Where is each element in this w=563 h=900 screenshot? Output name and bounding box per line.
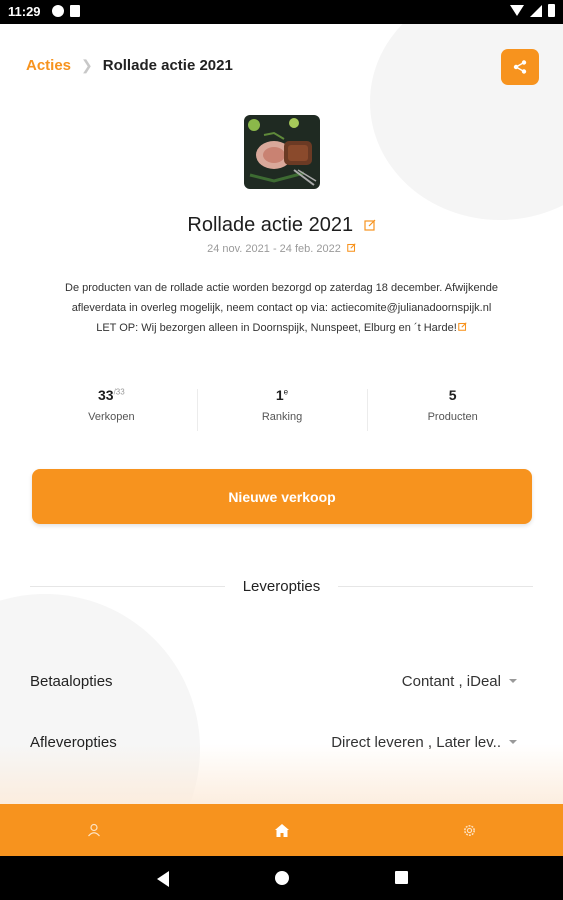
share-icon — [513, 60, 527, 74]
edit-icon[interactable] — [347, 243, 356, 255]
chevron-down-icon — [509, 679, 517, 683]
product-image — [244, 115, 320, 189]
stat-sales-value: 33/33 — [26, 387, 197, 403]
stat-sales: 33/33 Verkopen — [26, 387, 197, 433]
home-circle-icon[interactable] — [275, 871, 289, 885]
new-sale-button[interactable]: Nieuwe verkoop — [32, 469, 532, 524]
divider — [338, 585, 533, 587]
breadcrumb-current: Rollade actie 2021 — [102, 57, 233, 74]
description-line: LET OP: Wij bezorgen alleen in Doornspij… — [96, 322, 457, 334]
delivery-options-value: Direct leveren , Later lev.. — [331, 733, 501, 751]
home-icon — [274, 823, 289, 837]
ranking-suffix: e — [283, 387, 289, 397]
notification-icon — [52, 5, 64, 17]
description-line-with-edit: LET OP: Wij bezorgen alleen in Doornspij… — [30, 318, 533, 338]
nav-profile[interactable] — [0, 804, 188, 856]
delivery-options-dropdown[interactable]: Direct leveren , Later lev.. — [331, 734, 533, 751]
payment-options-value: Contant , iDeal — [401, 672, 501, 690]
edit-icon[interactable] — [363, 218, 376, 236]
divider — [30, 585, 225, 587]
sales-count: 33 — [97, 387, 114, 403]
status-time: 11:29 — [8, 4, 41, 19]
campaign-description: De producten van de rollade actie worden… — [30, 278, 533, 338]
back-icon[interactable] — [157, 871, 169, 887]
edit-icon[interactable] — [457, 318, 467, 338]
delivery-options-label: Afleveropties — [30, 733, 117, 751]
stat-ranking-label: Ranking — [261, 411, 303, 423]
battery-icon — [548, 4, 555, 17]
chevron-down-icon — [509, 740, 517, 744]
stat-products-value: 5 — [448, 387, 457, 403]
system-navigation-bar — [0, 856, 563, 900]
status-bar: 11:29 — [0, 0, 563, 24]
campaign-dates-row: 24 nov. 2021 - 24 feb. 2022 — [0, 243, 563, 255]
campaign-title: Rollade actie 2021 — [187, 214, 354, 236]
payment-options-dropdown[interactable]: Contant , iDeal — [402, 673, 533, 690]
person-icon — [87, 823, 100, 837]
campaign-dates: 24 nov. 2021 - 24 feb. 2022 — [207, 243, 341, 255]
status-icons-left — [52, 5, 80, 17]
nav-settings[interactable] — [375, 804, 563, 856]
description-line: De producten van de rollade actie worden… — [65, 282, 498, 294]
stat-ranking: 1e Ranking — [196, 387, 368, 433]
chevron-right-icon: ❯ — [81, 57, 93, 73]
bottom-navigation — [0, 804, 563, 856]
delivery-options-row: Afleveropties Direct leveren , Later lev… — [30, 730, 533, 754]
gear-icon — [463, 824, 475, 836]
status-icons-right — [510, 4, 555, 17]
payment-options-row: Betaalopties Contant , iDeal — [30, 669, 533, 693]
stats-row: 33/33 Verkopen 1e Ranking 5 Producten — [26, 387, 538, 433]
description-line: afleverdata in overleg mogelijk, neem co… — [71, 302, 492, 314]
breadcrumb: Acties ❯ Rollade actie 2021 — [26, 57, 233, 74]
stat-products: 5 Producten — [367, 387, 538, 433]
sales-total: /33 — [113, 387, 125, 397]
breadcrumb-acties-link[interactable]: Acties — [26, 57, 71, 74]
sim-card-icon — [70, 5, 80, 17]
payment-options-label: Betaalopties — [30, 672, 113, 690]
nav-home[interactable] — [188, 804, 376, 856]
stat-sales-label: Verkopen — [88, 411, 135, 423]
ranking-number: 1 — [275, 387, 284, 403]
wifi-icon — [510, 5, 524, 16]
share-button[interactable] — [501, 49, 539, 85]
section-title: Leveropties — [242, 577, 321, 595]
signal-icon — [530, 4, 542, 17]
stat-ranking-value: 1e — [197, 387, 368, 403]
stat-products-label: Producten — [427, 411, 478, 423]
recent-apps-icon[interactable] — [395, 871, 408, 884]
campaign-title-row: Rollade actie 2021 — [0, 214, 563, 237]
delivery-section-header: Leveropties — [30, 576, 533, 596]
app-screen: Acties ❯ Rollade actie 2021 Rollade acti… — [0, 24, 563, 856]
